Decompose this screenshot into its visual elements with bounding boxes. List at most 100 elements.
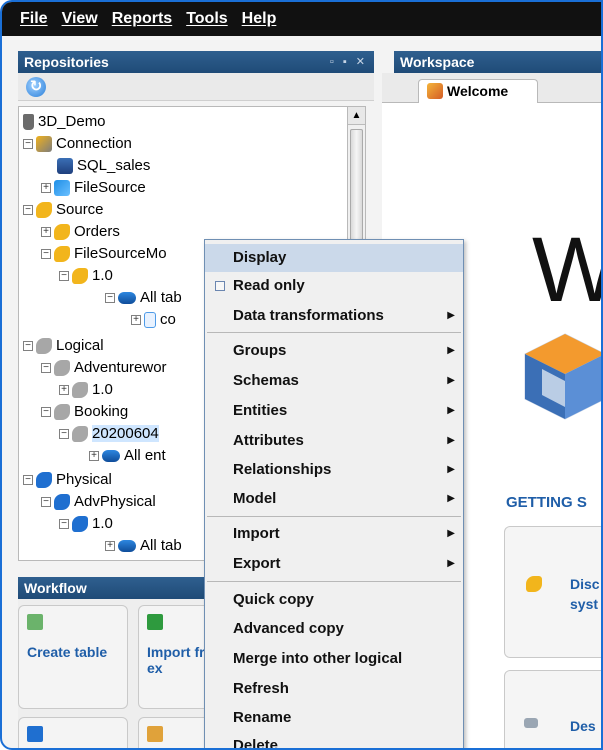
tree-node-all-tables[interactable]: − All tab	[105, 287, 182, 309]
entities-icon	[102, 450, 120, 463]
design-card-label: Des	[570, 718, 596, 734]
submenu-arrow-icon: ▶	[447, 493, 455, 504]
scroll-up-icon[interactable]: ▲	[348, 107, 365, 125]
tree-node-filesourcemodel[interactable]: − FileSourceMo	[41, 243, 167, 265]
version-icon	[72, 382, 88, 399]
create-table-icon	[27, 614, 43, 630]
menu-view[interactable]: View	[62, 10, 98, 28]
menu-item-attributes[interactable]: Attributes ▶	[205, 427, 463, 455]
collapse-toggle[interactable]: −	[23, 139, 33, 150]
menu-item-read-only[interactable]: Read only	[205, 272, 463, 300]
menu-item-export[interactable]: Export ▶	[205, 550, 463, 578]
menu-item-relationships[interactable]: Relationships ▶	[205, 456, 463, 484]
workspace-header: Workspace	[394, 51, 601, 73]
tree-node-version[interactable]: −1.0	[59, 513, 113, 535]
tree-node-logical[interactable]: − Logical	[23, 335, 104, 357]
expand-toggle[interactable]: +	[41, 183, 51, 194]
tree-node-booking[interactable]: − Booking	[41, 401, 128, 423]
tree-node-orders[interactable]: + Orders	[41, 221, 120, 243]
physical-model-icon	[54, 494, 70, 511]
tree-node-version[interactable]: +1.0	[59, 379, 113, 401]
collapse-toggle[interactable]: −	[105, 293, 115, 304]
workflow-tile[interactable]	[18, 717, 128, 748]
menu-reports[interactable]: Reports	[112, 10, 172, 28]
tree-node-physical[interactable]: − Physical	[23, 469, 112, 491]
expand-toggle[interactable]: +	[41, 227, 51, 238]
tables-icon	[118, 292, 136, 305]
tree-node-filesource[interactable]: + FileSource	[41, 177, 146, 199]
workflow-header: Workflow	[18, 577, 206, 599]
workflow-area: Create table Import from ex	[18, 599, 248, 748]
menu-help[interactable]: Help	[242, 10, 277, 28]
menu-item-entities[interactable]: Entities ▶	[205, 397, 463, 425]
menu-item-import[interactable]: Import ▶	[205, 520, 463, 548]
menu-item-quick-copy[interactable]: Quick copy	[205, 586, 463, 614]
collapse-toggle[interactable]: −	[59, 271, 69, 282]
physical-model-icon	[36, 472, 52, 489]
create-table-button[interactable]: Create table	[18, 605, 128, 709]
tree-node-3d-demo[interactable]: 3D_Demo	[23, 111, 106, 133]
collapse-toggle[interactable]: −	[23, 475, 33, 486]
model-icon	[27, 726, 43, 742]
submenu-arrow-icon: ▶	[447, 345, 455, 356]
tab-welcome[interactable]: Welcome	[418, 79, 538, 103]
menu-item-data-transformations[interactable]: Data transformations ▶	[205, 302, 463, 330]
collapse-toggle[interactable]: −	[23, 341, 33, 352]
menu-file[interactable]: File	[20, 10, 48, 28]
design-card[interactable]	[504, 670, 601, 748]
menu-item-groups[interactable]: Groups ▶	[205, 337, 463, 365]
app-window: File View Reports Tools Help Repositorie…	[0, 0, 603, 750]
collapse-toggle[interactable]: −	[41, 497, 51, 508]
submenu-arrow-icon: ▶	[447, 528, 455, 539]
panel-controls[interactable]: ▫ ▪ ✕	[330, 51, 368, 73]
menu-tools[interactable]: Tools	[186, 10, 227, 28]
tree-node-adventureworks[interactable]: − Adventurewor	[41, 357, 167, 379]
menu-item-delete[interactable]: Delete	[205, 732, 463, 748]
collapse-toggle[interactable]: −	[23, 205, 33, 216]
menu-item-model[interactable]: Model ▶	[205, 485, 463, 513]
menu-item-merge[interactable]: Merge into other logical	[205, 645, 463, 673]
collapse-toggle[interactable]: −	[59, 429, 69, 440]
collapse-toggle[interactable]: −	[41, 363, 51, 374]
collapse-toggle[interactable]: −	[41, 249, 51, 260]
discover-card-label: Disc syst	[570, 576, 600, 612]
tree-node-all-tables[interactable]: + All tab	[105, 535, 182, 557]
submenu-arrow-icon: ▶	[447, 558, 455, 569]
collapse-toggle[interactable]: −	[59, 519, 69, 530]
submenu-arrow-icon: ▶	[447, 435, 455, 446]
read-only-checkbox[interactable]	[215, 281, 225, 291]
getting-started-heading: GETTING S	[506, 494, 587, 511]
source-model-icon	[54, 224, 70, 241]
tree-node-connection[interactable]: − Connection	[23, 133, 132, 155]
tree-node-booking-version[interactable]: −20200604	[59, 423, 159, 445]
collapse-toggle[interactable]: −	[41, 407, 51, 418]
tree-node-source[interactable]: − Source	[23, 199, 104, 221]
menu-item-advanced-copy[interactable]: Advanced copy	[205, 615, 463, 643]
refresh-icon[interactable]: ↻	[26, 77, 46, 97]
welcome-icon	[427, 83, 443, 99]
menu-item-display[interactable]: Display	[205, 244, 463, 272]
tree-node-document[interactable]: + co	[131, 309, 176, 331]
tree-node-advphysical[interactable]: − AdvPhysical	[41, 491, 156, 513]
menu-item-refresh[interactable]: Refresh	[205, 675, 463, 703]
expand-toggle[interactable]: +	[131, 315, 141, 326]
tree-node-sql-sales[interactable]: SQL_sales	[57, 155, 150, 177]
expand-toggle[interactable]: +	[59, 385, 69, 396]
menu-bar: File View Reports Tools Help	[2, 2, 601, 36]
expand-toggle[interactable]: +	[89, 451, 99, 462]
tree-node-all-entities[interactable]: + All ent	[89, 445, 166, 467]
edit-icon	[147, 726, 163, 742]
tree-node-version[interactable]: −1.0	[59, 265, 113, 287]
context-menu: Display Read only Data transformations ▶ …	[204, 239, 464, 748]
discover-icon	[526, 576, 542, 592]
repositories-header: Repositories ▫ ▪ ✕	[18, 51, 374, 73]
menu-item-rename[interactable]: Rename	[205, 704, 463, 732]
import-icon	[147, 614, 163, 630]
logical-model-icon	[36, 338, 52, 355]
logical-model-icon	[54, 404, 70, 421]
expand-toggle[interactable]: +	[105, 541, 115, 552]
menu-item-schemas[interactable]: Schemas ▶	[205, 367, 463, 395]
submenu-arrow-icon: ▶	[447, 375, 455, 386]
repository-icon	[23, 114, 34, 131]
workspace-tabbar: Welcome	[382, 73, 601, 103]
